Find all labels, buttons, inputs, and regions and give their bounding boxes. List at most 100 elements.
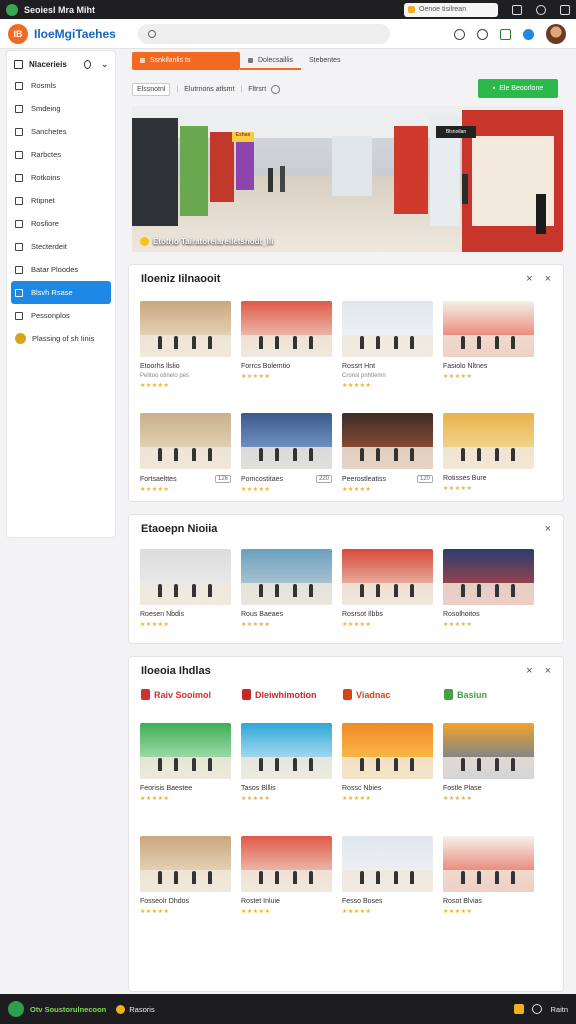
card-thumbnail[interactable]	[443, 723, 534, 779]
product-card[interactable]: Tasos Blllis ★★★★★	[241, 723, 332, 823]
close-icon[interactable]: ×	[545, 273, 551, 285]
header-actions	[454, 24, 566, 44]
list-icon	[15, 127, 23, 136]
product-card[interactable]: Rosot Blvias ★★★★★	[443, 836, 534, 936]
product-card[interactable]: Forrcs Bolemtio ★★★★★	[241, 301, 332, 401]
product-card[interactable]: Rous Baeaes ★★★★★	[241, 549, 332, 649]
settings-icon[interactable]	[536, 4, 546, 15]
brand-logo[interactable]: Viadnac	[343, 689, 444, 700]
card-thumbnail[interactable]	[342, 723, 433, 779]
card-thumbnail[interactable]	[140, 549, 231, 605]
card-thumbnail[interactable]	[342, 836, 433, 892]
card-thumbnail[interactable]	[443, 301, 534, 357]
sidebar-item[interactable]: Rosmls	[7, 74, 115, 97]
brand-logo[interactable]: IB	[8, 23, 28, 44]
brand-logo[interactable]: Dleiwhimotion	[242, 689, 343, 700]
product-card[interactable]: Rosrsot Ilbbs ★★★★★	[342, 549, 433, 649]
hero-banner[interactable]: Eshae Blsnoilan Etotrlo Tairatoreiarelle…	[132, 106, 563, 252]
sidebar-item-label: Blsvh Rsase	[31, 288, 73, 297]
card-title-row: Feorisis Baestee	[140, 785, 231, 792]
card-thumbnail[interactable]	[443, 413, 534, 469]
brand-logo[interactable]: Basiun	[444, 689, 545, 700]
sidebar-item[interactable]: Stecterdeit	[7, 235, 115, 258]
brand-logo[interactable]: Raiv Sooimol	[141, 689, 242, 700]
filter-select[interactable]: Elutrnons atlsmt	[184, 86, 234, 93]
close-icon[interactable]: ×	[545, 523, 551, 535]
taskbar-app-label[interactable]: Otv Soustorulnecoon	[30, 1005, 106, 1014]
window-icon[interactable]	[560, 4, 570, 15]
product-card[interactable]: Fortsaelttes 126 ★★★★★	[140, 413, 231, 513]
info-icon[interactable]	[523, 28, 534, 40]
sidebar-item[interactable]: Plassing of sh Iinis	[7, 327, 115, 350]
notification-pill[interactable]: Oenoe tisilrean	[404, 2, 498, 17]
filter-select[interactable]: Elssnotnl	[132, 82, 171, 96]
product-card[interactable]: Rossc Nbies ★★★★★	[342, 723, 433, 823]
share-icon[interactable]	[512, 4, 522, 15]
sidebar-item[interactable]: Sanchetes	[7, 120, 115, 143]
tray-label[interactable]: Raitn	[550, 1005, 568, 1014]
card-thumbnail[interactable]	[241, 549, 332, 605]
card-thumbnail[interactable]	[443, 549, 534, 605]
os-top-bar: Seoiesl Mra Miht Oenoe tisilrean	[0, 0, 576, 19]
product-card[interactable]: Pomcostitaes 220 ★★★★★	[241, 413, 332, 513]
chevron-down-icon[interactable]: ⌄	[101, 60, 108, 69]
product-card[interactable]: Fostle Plase ★★★★★	[443, 723, 534, 823]
sidebar-item[interactable]: Rtipnet	[7, 189, 115, 212]
card-title: Peerostleatiss	[342, 475, 386, 483]
collapse-icon[interactable]: ×	[526, 273, 532, 285]
user-avatar[interactable]	[546, 24, 566, 44]
search-input[interactable]	[138, 24, 390, 44]
taskbar-item-label[interactable]: Rasoris	[129, 1005, 154, 1014]
brand-name[interactable]: IloeMgiTaehes	[34, 27, 116, 41]
sidebar-item[interactable]: Pessonplos	[7, 304, 115, 327]
coin-icon	[15, 333, 26, 344]
product-card[interactable]: Rotisses Bure ★★★★★	[443, 413, 534, 513]
gear-icon	[15, 311, 23, 320]
card-thumbnail[interactable]	[443, 836, 534, 892]
bell-icon[interactable]	[454, 28, 465, 40]
card-thumbnail[interactable]	[140, 413, 231, 469]
product-card[interactable]: Roesen Nbdis ★★★★★	[140, 549, 231, 649]
product-card[interactable]: Fasiolo Nltnes ★★★★★	[443, 301, 534, 401]
product-card[interactable]: Rostet Inluie ★★★★★	[241, 836, 332, 936]
sidebar-item[interactable]: Blsvh Rsase	[11, 281, 111, 304]
product-card[interactable]: Etoorhs llslio Pelitoo otinelo pes ★★★★★	[140, 301, 231, 401]
product-card[interactable]: Rossrt Hnt Cronsl pnhtlemn ★★★★★	[342, 301, 433, 401]
sidebar-item[interactable]: Rosfiore	[7, 212, 115, 235]
sidebar-header[interactable]: Nlacerieis ⌄	[7, 54, 115, 74]
product-card[interactable]: Feorisis Baestee ★★★★★	[140, 723, 231, 823]
card-thumbnail[interactable]	[140, 301, 231, 357]
collapse-icon[interactable]: ×	[526, 665, 532, 677]
card-thumbnail[interactable]	[140, 836, 231, 892]
upload-icon[interactable]	[500, 28, 511, 40]
card-title-row: Rosolhoitos	[443, 611, 534, 618]
product-card[interactable]: Peerostleatiss 120 ★★★★★	[342, 413, 433, 513]
card-title-row: Rostet Inluie	[241, 898, 332, 905]
card-thumbnail[interactable]	[140, 723, 231, 779]
tab-current[interactable]: Dolecsaillis	[240, 52, 302, 70]
tab-primary[interactable]: Ssnkilanlis ts	[132, 52, 240, 70]
card-thumbnail[interactable]	[342, 549, 433, 605]
sidebar-item[interactable]: Rotkoins	[7, 166, 115, 189]
help-icon[interactable]	[477, 28, 488, 40]
product-card[interactable]: Rosolhoitos ★★★★★	[443, 549, 534, 649]
start-icon[interactable]	[8, 1001, 24, 1017]
primary-action-button[interactable]: ▪ Ele Beoorlone	[478, 79, 558, 98]
filter-select[interactable]: Fltrsrt	[248, 86, 266, 93]
product-card[interactable]: Fosseolr Dhdos ★★★★★	[140, 836, 231, 936]
tray-icon[interactable]	[532, 1004, 543, 1014]
sidebar-item[interactable]: Batar Ploodes	[7, 258, 115, 281]
clear-filter-icon[interactable]	[271, 84, 281, 94]
tab-other[interactable]: Stebentes	[301, 52, 349, 70]
card-thumbnail[interactable]	[241, 301, 332, 357]
card-thumbnail[interactable]	[241, 723, 332, 779]
sidebar-item[interactable]: Smdeing	[7, 97, 115, 120]
card-thumbnail[interactable]	[342, 301, 433, 357]
tray-icon[interactable]	[514, 1004, 525, 1014]
sidebar-item[interactable]: Rarbctes	[7, 143, 115, 166]
card-thumbnail[interactable]	[241, 836, 332, 892]
card-thumbnail[interactable]	[241, 413, 332, 469]
product-card[interactable]: Fesso Boses ★★★★★	[342, 836, 433, 936]
close-icon[interactable]: ×	[545, 665, 551, 677]
card-thumbnail[interactable]	[342, 413, 433, 469]
